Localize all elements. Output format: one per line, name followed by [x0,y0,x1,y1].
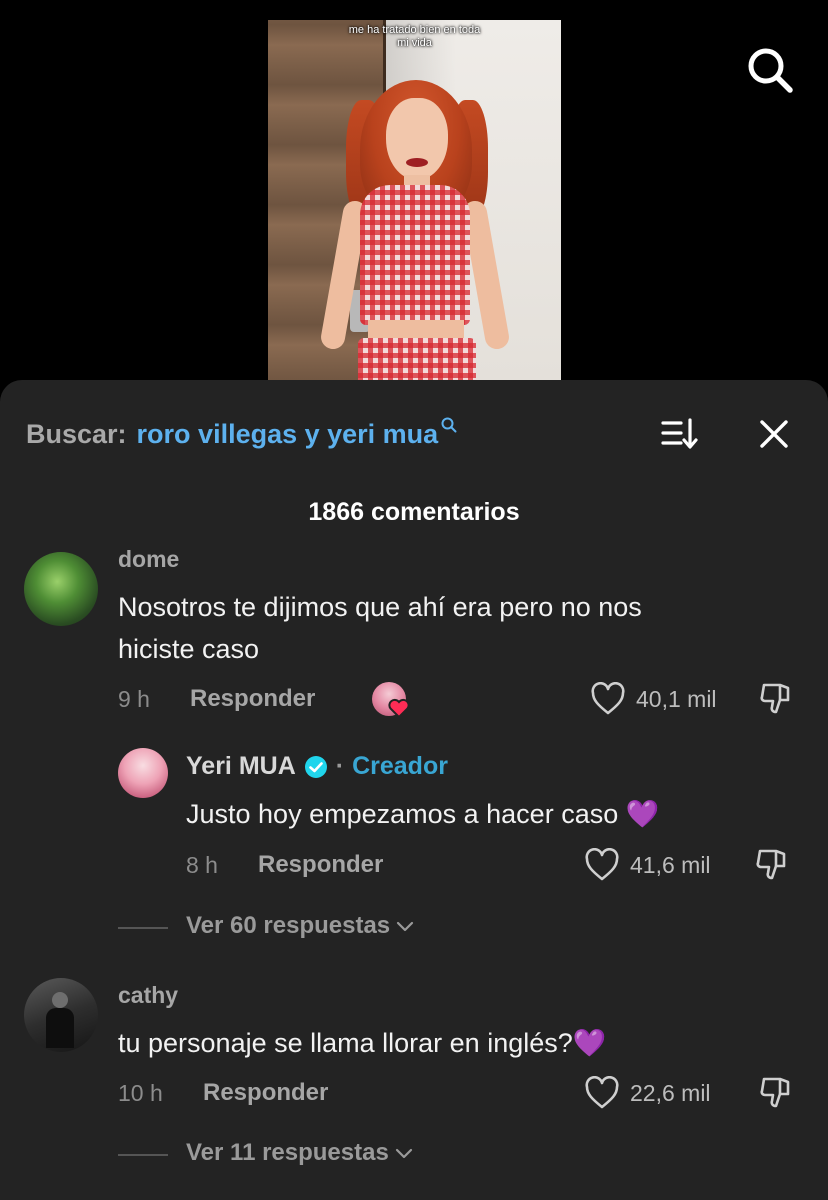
view-replies-button[interactable]: Ver 11 respuestas [186,1139,415,1167]
purple-heart-emoji: 💜 [625,799,660,829]
comment-username[interactable]: cathy [118,982,178,1009]
comment-time: 10 h [118,1080,163,1106]
video-person [268,20,561,385]
separator-dot: · [335,752,345,780]
video-caption-line: me ha tratado bien en toda [348,24,481,36]
video-caption: me ha tratado bien en toda mi vida [320,24,510,50]
comment-text-row: tu personaje se llama llorar en inglés?💜 [118,1022,606,1064]
video-player[interactable]: me ha tratado bien en toda mi vida [268,20,561,385]
like-count: 41,6 mil [630,852,711,878]
search-icon[interactable] [744,44,796,96]
like-count: 40,1 mil [636,686,717,712]
verified-icon [304,755,327,778]
heart-icon[interactable] [584,848,620,882]
reply-author-row: Yeri MUA · Creador [186,752,448,781]
comment-time: 8 h [186,852,218,878]
comment-username[interactable]: Yeri MUA [186,752,296,781]
view-replies-button[interactable]: Ver 60 respuestas [186,912,416,940]
comment-time: 9 h [118,686,150,712]
reply-button[interactable]: Responder [258,851,383,879]
search-prefix-label: Buscar: [26,418,127,449]
comment-text: Justo hoy empezamos a hacer caso [186,799,619,829]
creator-liked-avatar [372,682,412,720]
avatar[interactable] [24,978,98,1052]
video-caption-line: mi vida [397,37,432,49]
purple-heart-emoji: 💜 [572,1028,607,1058]
avatar[interactable] [24,552,98,626]
search-query-link[interactable]: roro villegas y yeri mua [137,419,439,450]
close-icon[interactable] [756,416,792,452]
creator-badge: Creador [352,752,448,780]
heart-icon[interactable] [584,1076,620,1110]
avatar[interactable] [118,748,168,798]
dislike-icon[interactable] [754,847,790,883]
comment-username[interactable]: dome [118,550,179,573]
comments-list[interactable]: dome Nosotros te dijimos que ahí era per… [0,550,828,1200]
reply-button[interactable]: Responder [203,1079,328,1107]
comment-text: tu personaje se llama llorar en inglés? [118,1028,573,1058]
comments-sheet: Buscar: roro villegas y yeri mua 1866 co… [0,380,828,1200]
comment-text-row: Justo hoy empezamos a hacer caso 💜 [186,793,659,835]
dislike-icon[interactable] [758,1075,794,1111]
like-count: 22,6 mil [630,1080,711,1106]
comment-text-line: Nosotros te dijimos que ahí era pero no … [118,592,642,622]
heart-badge-icon [388,698,410,718]
chevron-down-icon [397,921,414,932]
screen: me ha tratado bien en toda mi vida Busca… [0,0,828,1200]
comment-text-line: hiciste caso [118,634,260,664]
view-replies-label: Ver 60 respuestas [186,912,391,939]
chevron-down-icon [395,1148,412,1159]
view-replies-label: Ver 11 respuestas [186,1139,389,1166]
comment-count: 1866 comentarios [308,498,520,526]
search-small-icon [440,416,458,439]
reply-button[interactable]: Responder [190,685,315,713]
dislike-icon[interactable] [758,681,794,717]
comment-search-bar[interactable]: Buscar: roro villegas y yeri mua [26,414,458,454]
heart-icon[interactable] [590,682,626,716]
sort-icon[interactable] [660,416,700,452]
